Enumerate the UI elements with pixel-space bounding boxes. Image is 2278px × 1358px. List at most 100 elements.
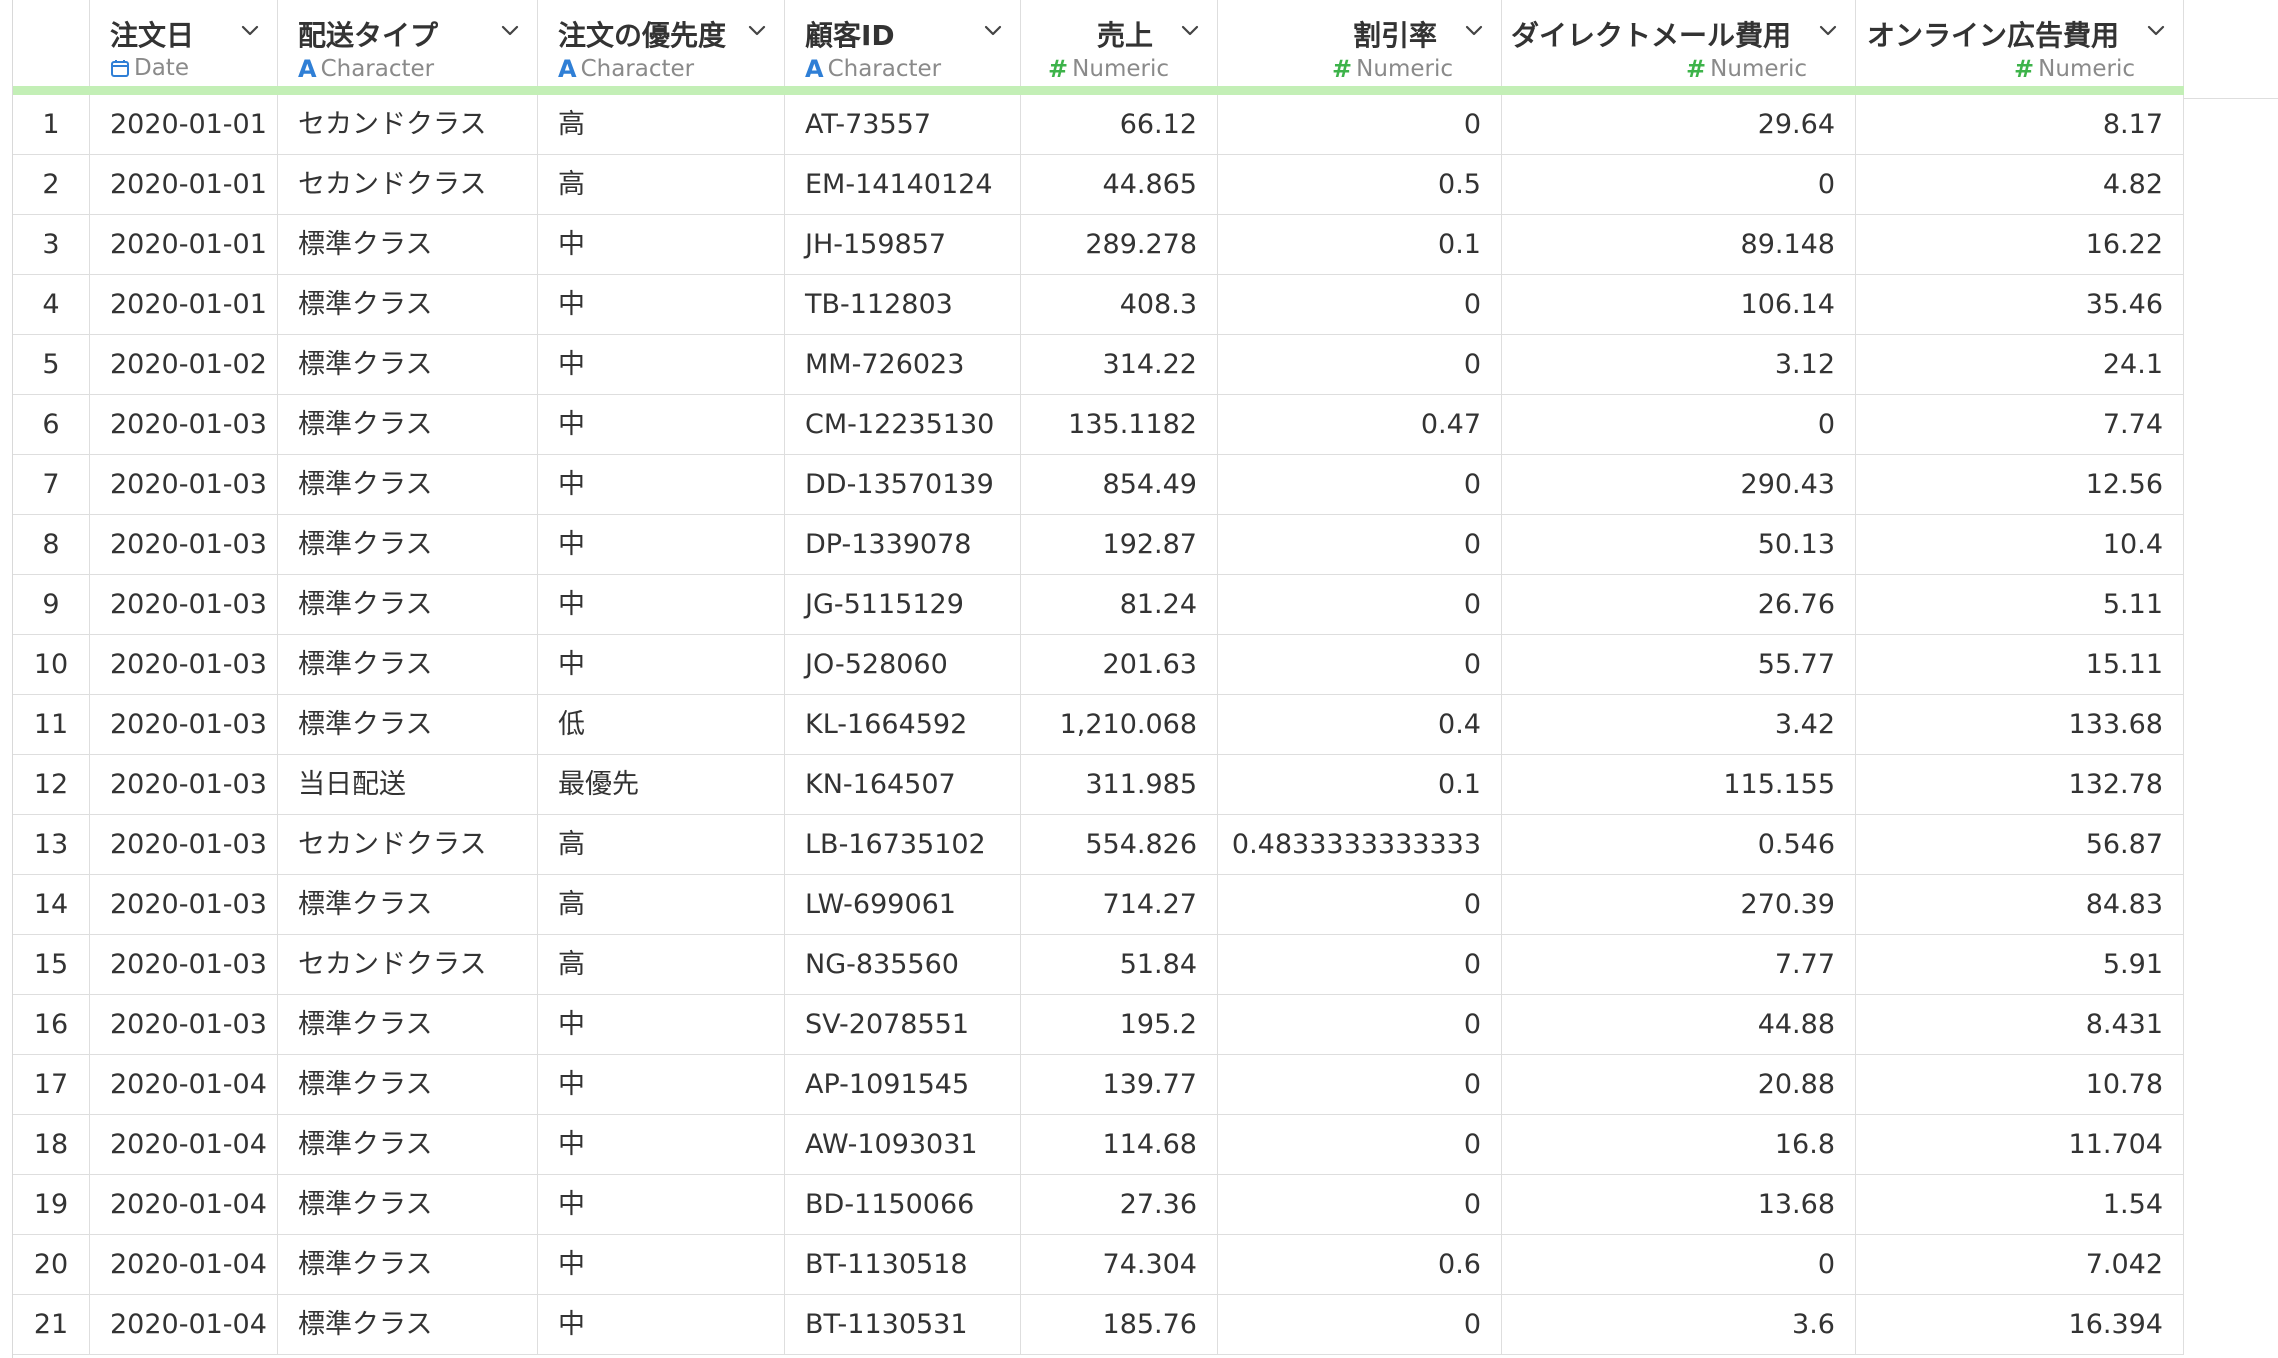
table-row[interactable]: 8 2020-01-03 標準クラス中 DP-1339078 192.87 0 50.13 1… — [13, 515, 2184, 575]
table-cell-direct-mail-cost[interactable]: 0 — [1502, 155, 1856, 214]
table-cell-order-date[interactable]: 2020-01-03 — [90, 695, 278, 754]
table-cell-direct-mail-cost[interactable]: 3.6 — [1502, 1295, 1856, 1354]
table-cell-direct-mail-cost[interactable]: 89.148 — [1502, 215, 1856, 274]
table-row[interactable]: 1 2020-01-01 セカンドクラス高 AT-73557 66.12 0 29.64 8.… — [13, 95, 2184, 155]
chevron-down-icon[interactable] — [1819, 22, 1837, 40]
table-cell-online-ad-cost[interactable]: 4.82 — [1856, 155, 2184, 214]
table-cell-order-date[interactable]: 2020-01-01 — [90, 275, 278, 334]
table-cell-sales[interactable]: 192.87 — [1021, 515, 1218, 574]
table-row[interactable]: 4 2020-01-01 標準クラス中 TB-112803 408.3 0 106.14 35… — [13, 275, 2184, 335]
table-cell-sales[interactable]: 714.27 — [1021, 875, 1218, 934]
table-row[interactable]: 21 2020-01-04 標準クラス中 BT-1130531 185.76 0 3.6 16… — [13, 1295, 2184, 1355]
table-cell-discount-rate[interactable]: 0 — [1218, 455, 1502, 514]
table-cell-online-ad-cost[interactable]: 7.042 — [1856, 1235, 2184, 1294]
table-cell-direct-mail-cost[interactable]: 50.13 — [1502, 515, 1856, 574]
table-cell-direct-mail-cost[interactable]: 270.39 — [1502, 875, 1856, 934]
table-cell-direct-mail-cost[interactable]: 16.8 — [1502, 1115, 1856, 1174]
table-cell-order-date[interactable]: 2020-01-04 — [90, 1235, 278, 1294]
table-cell-order-date[interactable]: 2020-01-04 — [90, 1295, 278, 1354]
table-cell-customer-id[interactable]: SV-2078551 — [785, 995, 1021, 1054]
table-cell-order-date[interactable]: 2020-01-03 — [90, 395, 278, 454]
table-cell-shipping-type[interactable]: 標準クラス — [278, 1295, 538, 1354]
table-cell-online-ad-cost[interactable]: 16.22 — [1856, 215, 2184, 274]
table-cell-customer-id[interactable]: BT-1130518 — [785, 1235, 1021, 1294]
table-cell-discount-rate[interactable]: 0 — [1218, 1175, 1502, 1234]
column-header-customer-id[interactable]: 顧客ID A Character — [785, 0, 1021, 86]
table-row[interactable]: 9 2020-01-03 標準クラス中 JG-5115129 81.24 0 26.76 5.… — [13, 575, 2184, 635]
table-cell-discount-rate[interactable]: 0 — [1218, 995, 1502, 1054]
table-cell-online-ad-cost[interactable]: 8.17 — [1856, 95, 2184, 154]
table-cell-order-date[interactable]: 2020-01-04 — [90, 1175, 278, 1234]
table-cell-order-priority[interactable]: 中 — [538, 1055, 785, 1114]
table-cell-order-priority[interactable]: 中 — [538, 515, 785, 574]
table-cell-online-ad-cost[interactable]: 1.54 — [1856, 1175, 2184, 1234]
table-cell-order-priority[interactable]: 中 — [538, 635, 785, 694]
table-cell-shipping-type[interactable]: セカンドクラス — [278, 95, 538, 154]
table-cell-customer-id[interactable]: CM-12235130 — [785, 395, 1021, 454]
table-row[interactable]: 13 2020-01-03 セカンドクラス高 LB-16735102 554.826 0.… — [13, 815, 2184, 875]
table-row[interactable]: 5 2020-01-02 標準クラス中 MM-726023 314.22 0 3.12 24.… — [13, 335, 2184, 395]
table-cell-sales[interactable]: 27.36 — [1021, 1175, 1218, 1234]
table-cell-shipping-type[interactable]: セカンドクラス — [278, 815, 538, 874]
table-cell-order-priority[interactable]: 中 — [538, 335, 785, 394]
table-cell-online-ad-cost[interactable]: 84.83 — [1856, 875, 2184, 934]
table-cell-direct-mail-cost[interactable]: 13.68 — [1502, 1175, 1856, 1234]
table-cell-customer-id[interactable]: DP-1339078 — [785, 515, 1021, 574]
table-cell-shipping-type[interactable]: 標準クラス — [278, 275, 538, 334]
table-cell-discount-rate[interactable]: 0 — [1218, 1115, 1502, 1174]
table-cell-order-date[interactable]: 2020-01-03 — [90, 455, 278, 514]
table-row[interactable]: 3 2020-01-01 標準クラス中 JH-159857 289.278 0.1 89.1… — [13, 215, 2184, 275]
table-cell-sales[interactable]: 554.826 — [1021, 815, 1218, 874]
column-header-sales[interactable]: 売上 # Numeric — [1021, 0, 1218, 86]
table-cell-order-priority[interactable]: 最優先 — [538, 755, 785, 814]
table-cell-online-ad-cost[interactable]: 5.91 — [1856, 935, 2184, 994]
table-cell-direct-mail-cost[interactable]: 106.14 — [1502, 275, 1856, 334]
table-cell-online-ad-cost[interactable]: 7.74 — [1856, 395, 2184, 454]
table-cell-online-ad-cost[interactable]: 132.78 — [1856, 755, 2184, 814]
table-row[interactable]: 12 2020-01-03 当日配送 最優先 KN-164507 311.985 0.1 11… — [13, 755, 2184, 815]
table-cell-shipping-type[interactable]: 標準クラス — [278, 1115, 538, 1174]
table-cell-order-priority[interactable]: 高 — [538, 875, 785, 934]
table-cell-order-priority[interactable]: 中 — [538, 1115, 785, 1174]
table-cell-shipping-type[interactable]: 標準クラス — [278, 335, 538, 394]
table-cell-shipping-type[interactable]: 標準クラス — [278, 635, 538, 694]
table-cell-direct-mail-cost[interactable]: 7.77 — [1502, 935, 1856, 994]
table-cell-shipping-type[interactable]: 標準クラス — [278, 575, 538, 634]
column-header-shipping-type[interactable]: 配送タイプ A Character — [278, 0, 538, 86]
chevron-down-icon[interactable] — [2147, 22, 2165, 40]
table-row[interactable]: 14 2020-01-03 標準クラス高 LW-699061 714.27 0 270.39… — [13, 875, 2184, 935]
table-cell-direct-mail-cost[interactable]: 44.88 — [1502, 995, 1856, 1054]
table-cell-sales[interactable]: 44.865 — [1021, 155, 1218, 214]
table-cell-online-ad-cost[interactable]: 35.46 — [1856, 275, 2184, 334]
table-cell-sales[interactable]: 195.2 — [1021, 995, 1218, 1054]
table-cell-order-priority[interactable]: 中 — [538, 395, 785, 454]
table-cell-discount-rate[interactable]: 0 — [1218, 935, 1502, 994]
table-cell-shipping-type[interactable]: 標準クラス — [278, 875, 538, 934]
table-cell-online-ad-cost[interactable]: 16.394 — [1856, 1295, 2184, 1354]
column-header-order-priority[interactable]: 注文の優先度 A Character — [538, 0, 785, 86]
table-cell-discount-rate[interactable]: 0.4833333333333 — [1218, 815, 1502, 874]
table-row[interactable]: 20 2020-01-04 標準クラス中 BT-1130518 74.304 0.6 0 7.… — [13, 1235, 2184, 1295]
table-cell-sales[interactable]: 314.22 — [1021, 335, 1218, 394]
table-cell-order-priority[interactable]: 中 — [538, 275, 785, 334]
table-cell-online-ad-cost[interactable]: 10.4 — [1856, 515, 2184, 574]
table-cell-customer-id[interactable]: JG-5115129 — [785, 575, 1021, 634]
table-cell-customer-id[interactable]: LW-699061 — [785, 875, 1021, 934]
table-cell-direct-mail-cost[interactable]: 0.546 — [1502, 815, 1856, 874]
table-cell-order-priority[interactable]: 低 — [538, 695, 785, 754]
table-cell-online-ad-cost[interactable]: 11.704 — [1856, 1115, 2184, 1174]
table-row[interactable]: 15 2020-01-03 セカンドクラス高 NG-835560 51.84 0 7.77 5… — [13, 935, 2184, 995]
table-cell-order-date[interactable]: 2020-01-03 — [90, 515, 278, 574]
table-cell-direct-mail-cost[interactable]: 0 — [1502, 1235, 1856, 1294]
table-cell-online-ad-cost[interactable]: 24.1 — [1856, 335, 2184, 394]
table-cell-sales[interactable]: 185.76 — [1021, 1295, 1218, 1354]
table-cell-discount-rate[interactable]: 0.1 — [1218, 755, 1502, 814]
table-cell-order-date[interactable]: 2020-01-03 — [90, 935, 278, 994]
table-cell-discount-rate[interactable]: 0.1 — [1218, 215, 1502, 274]
table-cell-sales[interactable]: 854.49 — [1021, 455, 1218, 514]
table-cell-sales[interactable]: 114.68 — [1021, 1115, 1218, 1174]
table-cell-order-date[interactable]: 2020-01-01 — [90, 215, 278, 274]
table-cell-online-ad-cost[interactable]: 15.11 — [1856, 635, 2184, 694]
table-cell-shipping-type[interactable]: 標準クラス — [278, 1055, 538, 1114]
table-cell-online-ad-cost[interactable]: 5.11 — [1856, 575, 2184, 634]
